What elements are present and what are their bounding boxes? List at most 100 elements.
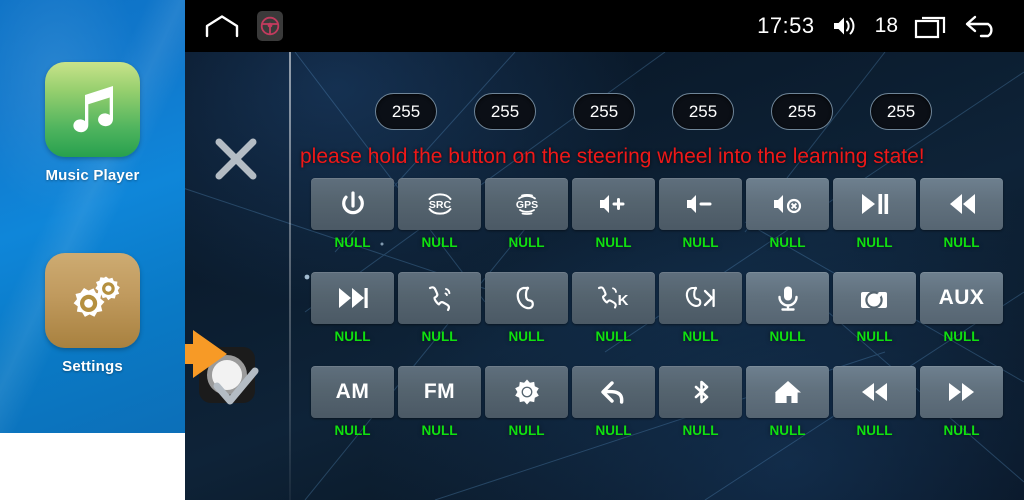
function-key: NULL <box>485 366 568 438</box>
src-icon: SRC <box>425 190 455 218</box>
function-key: NULL <box>746 178 829 250</box>
microphone-button[interactable] <box>746 272 829 324</box>
call-k-icon: K <box>595 284 633 312</box>
function-key: NULL <box>659 366 742 438</box>
rewind-icon <box>859 378 891 406</box>
function-key-label: NULL <box>856 329 893 344</box>
src-button[interactable]: SRC <box>398 178 481 230</box>
app-settings[interactable]: Settings <box>0 253 185 375</box>
rewind-button[interactable] <box>833 366 916 418</box>
function-key: NULL <box>833 178 916 250</box>
channel-value-pill[interactable]: 255 <box>672 93 734 130</box>
end-call-skip-button[interactable] <box>659 272 742 324</box>
recent-apps-icon[interactable] <box>914 13 948 39</box>
app-music-player[interactable]: Music Player <box>0 62 185 184</box>
head-unit-screen: 17:53 18 255 255 255 255 255 255 please … <box>185 0 1024 500</box>
am-button[interactable]: AM <box>311 366 394 418</box>
function-key-label: NULL <box>334 329 371 344</box>
function-key-label: NULL <box>508 235 545 250</box>
status-bar-left <box>185 11 283 41</box>
answer-call-button[interactable] <box>398 272 481 324</box>
camera-button[interactable] <box>833 272 916 324</box>
function-key: NULL <box>311 178 394 250</box>
function-key-row: AM NULL FM NULL NULL NULL NULL NULL NULL NULL <box>311 366 1011 438</box>
function-key-label: NULL <box>334 235 371 250</box>
home-icon <box>773 378 803 406</box>
function-key-label: NULL <box>595 329 632 344</box>
bluetooth-icon <box>686 378 716 406</box>
function-key: NULL <box>746 366 829 438</box>
status-bar-right: 17:53 18 <box>757 13 1024 39</box>
function-key: NULL <box>572 366 655 438</box>
status-bar: 17:53 18 <box>185 0 1024 52</box>
back-return-icon <box>599 378 629 406</box>
aux-button[interactable]: AUX <box>920 272 1003 324</box>
channel-value-pill[interactable]: 255 <box>870 93 932 130</box>
fast-forward-button[interactable] <box>920 366 1003 418</box>
volume-mute-button[interactable] <box>746 178 829 230</box>
function-key-label: NULL <box>334 423 371 438</box>
orange-arrow-icon <box>185 330 227 378</box>
channel-value-pill[interactable]: 255 <box>771 93 833 130</box>
function-key: NULL <box>659 272 742 344</box>
function-key-label: NULL <box>421 235 458 250</box>
volume-down-icon <box>685 190 717 218</box>
channel-value-pill[interactable]: 255 <box>474 93 536 130</box>
function-key-label: NULL <box>421 423 458 438</box>
steering-wheel-learning-panel: 255 255 255 255 255 255 please hold the butto… <box>185 52 1024 500</box>
function-key: NULL <box>746 272 829 344</box>
power-button[interactable] <box>311 178 394 230</box>
fm-button[interactable]: FM <box>398 366 481 418</box>
channel-value-row: 255 255 255 255 255 255 <box>375 93 932 130</box>
function-key: NULL <box>398 272 481 344</box>
gears-icon <box>45 253 140 348</box>
call-k-button[interactable]: K <box>572 272 655 324</box>
svg-text:K: K <box>617 292 628 309</box>
channel-value-pill[interactable]: 255 <box>573 93 635 130</box>
function-key: NULL <box>833 366 916 438</box>
play-pause-icon <box>859 190 891 218</box>
previous-track-button[interactable] <box>920 178 1003 230</box>
close-x-icon[interactable] <box>211 134 261 184</box>
back-arrow-icon[interactable] <box>964 13 1000 39</box>
function-key-label: NULL <box>508 423 545 438</box>
volume-icon[interactable] <box>831 14 859 38</box>
app-label: Settings <box>62 358 123 375</box>
function-key: AM NULL <box>311 366 394 438</box>
end-call-icon <box>511 284 543 312</box>
home-button[interactable] <box>746 366 829 418</box>
function-key-label: NULL <box>595 423 632 438</box>
function-key-label: NULL <box>682 329 719 344</box>
launcher-sidebar: Music Player Settings <box>0 0 185 500</box>
gps-button[interactable]: GPS <box>485 178 568 230</box>
music-note-icon <box>45 62 140 157</box>
volume-up-icon <box>598 190 630 218</box>
camera-icon <box>859 284 891 312</box>
brightness-button[interactable] <box>485 366 568 418</box>
next-track-button[interactable] <box>311 272 394 324</box>
function-key: NULL <box>659 178 742 250</box>
play-pause-button[interactable] <box>833 178 916 230</box>
volume-up-button[interactable] <box>572 178 655 230</box>
function-key-label: NULL <box>595 235 632 250</box>
volume-down-button[interactable] <box>659 178 742 230</box>
svg-text:SRC: SRC <box>428 199 451 211</box>
end-call-button[interactable] <box>485 272 568 324</box>
function-key-label: NULL <box>856 423 893 438</box>
back-return-button[interactable] <box>572 366 655 418</box>
action-rail <box>185 52 289 500</box>
warning-message: please hold the button on the steering w… <box>300 145 925 168</box>
app-label: Music Player <box>45 167 140 184</box>
bluetooth-button[interactable] <box>659 366 742 418</box>
function-key-label: NULL <box>682 235 719 250</box>
function-key: K NULL <box>572 272 655 344</box>
channel-value-pill[interactable]: 255 <box>375 93 437 130</box>
gps-icon: GPS <box>512 190 542 218</box>
clock: 17:53 <box>757 13 815 38</box>
steering-wheel-icon[interactable] <box>257 11 283 41</box>
home-outline-icon[interactable] <box>205 14 239 38</box>
function-key: NULL <box>485 272 568 344</box>
app-root: Music Player Settings 17:53 18 255 255 2… <box>0 0 1024 500</box>
function-key-label: NULL <box>943 329 980 344</box>
function-key-label: NULL <box>682 423 719 438</box>
